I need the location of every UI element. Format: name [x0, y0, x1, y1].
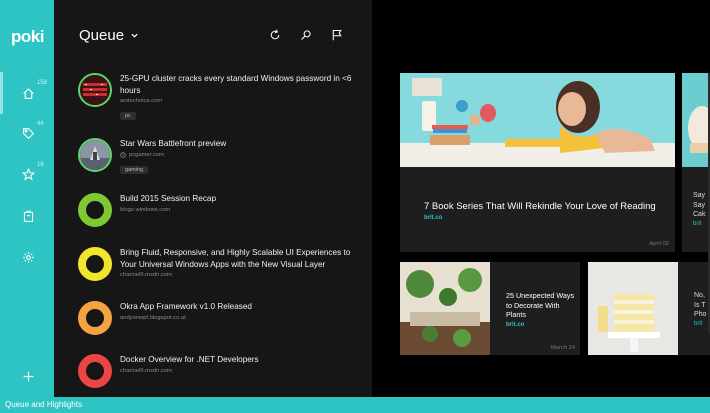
add-button[interactable]: [14, 362, 42, 390]
item-source: channel9.msdn.com: [120, 272, 172, 278]
item-source: arstechnica.com: [120, 98, 163, 104]
item-tag[interactable]: pc: [120, 112, 136, 120]
status-text: Queue and Highlights: [5, 400, 82, 409]
partial-card-source: brit: [694, 320, 703, 327]
rail-count-tags: 44: [37, 121, 44, 127]
item-title: Star Wars Battlefront preview: [120, 139, 227, 148]
featured-highlight-card[interactable]: 7 Book Series That Will Rekindle Your Lo…: [400, 73, 675, 252]
queue-panel: Queue 25-GPU cluster cracks every standa…: [54, 0, 372, 397]
status-bar: Queue and Highlights: [0, 397, 710, 413]
rail-item-archive[interactable]: [14, 202, 42, 230]
highlight-card-image: [400, 262, 490, 355]
rail-count-home: 158: [37, 80, 48, 86]
item-thumbnail-ring: [78, 301, 112, 335]
item-tag[interactable]: gaming: [120, 165, 149, 174]
highlights-area: 7 Book Series That Will Rekindle Your Lo…: [372, 0, 710, 397]
highlight-card-source: brit.co: [506, 321, 525, 328]
item-source: andyonwpf.blogspot.co.at: [120, 314, 186, 321]
rail-item-settings[interactable]: [14, 243, 42, 271]
item-source: blogs.windows.com: [120, 206, 171, 213]
rail-selection-indicator: [0, 72, 3, 114]
queue-title: Queue: [79, 27, 125, 44]
item-title: Bring Fluid, Responsive, and Highly Scal…: [120, 248, 351, 269]
queue-title-dropdown[interactable]: Queue: [79, 27, 139, 44]
featured-title: 7 Book Series That Will Rekindle Your Lo…: [424, 201, 656, 212]
partial-card-text: Say: [693, 192, 706, 199]
archive-icon: [23, 210, 33, 222]
item-thumbnail-ring: [78, 193, 112, 227]
star-icon: [21, 167, 35, 181]
flag-button[interactable]: [329, 27, 345, 43]
item-source: channel9.msdn.com: [120, 367, 172, 374]
item-title: Okra App Framework v1.0 Released: [120, 302, 252, 311]
partial-card-text: Cak: [693, 211, 706, 218]
item-thumbnail-ring: [78, 247, 112, 281]
search-button[interactable]: [298, 27, 314, 43]
partial-card-image: [588, 262, 678, 355]
search-icon: [301, 30, 311, 40]
tag-icon: [22, 127, 34, 139]
partial-card-text: No,: [694, 292, 705, 299]
featured-source: brit.co: [424, 215, 443, 221]
item-title: 25-GPU cluster cracks every standard Win…: [120, 74, 352, 95]
highlight-card-title: 25 Unexpected Ways to Decorate With Plan…: [506, 291, 575, 319]
rail-count-favorites: 16: [37, 162, 44, 168]
partial-card-source: brit: [693, 220, 702, 227]
home-icon: [22, 87, 34, 99]
highlight-card-partial[interactable]: Say Say Cak brit: [682, 73, 710, 252]
app-logo: poki: [11, 27, 44, 46]
item-title: Build 2015 Session Recap: [120, 194, 217, 203]
partial-card-text: Is T: [694, 301, 706, 309]
chevron-down-icon: [131, 33, 138, 38]
featured-date: April 02: [649, 241, 669, 247]
highlight-card[interactable]: 25 Unexpected Ways to Decorate With Plan…: [400, 262, 580, 355]
highlight-card-partial[interactable]: No, Is T Pho brit: [588, 262, 710, 355]
left-rail: poki 158 44 16: [0, 0, 54, 397]
flag-icon: [332, 29, 342, 41]
item-source: pcgamer.com: [120, 152, 366, 158]
item-thumbnail: [78, 138, 112, 172]
highlight-card-date: March 24: [550, 345, 575, 351]
clock-icon: [120, 151, 126, 158]
featured-image: [400, 73, 675, 167]
refresh-icon: [270, 29, 280, 40]
item-thumbnail: [78, 73, 112, 107]
partial-card-text: Say: [693, 201, 706, 209]
gear-icon: [22, 251, 34, 263]
item-thumbnail-ring: [78, 354, 112, 388]
plus-icon: [23, 371, 33, 381]
refresh-button[interactable]: [267, 27, 283, 43]
partial-card-image: [682, 73, 710, 167]
partial-card-text: Pho: [694, 311, 707, 318]
item-title: Docker Overview for .NET Developers: [120, 355, 259, 364]
